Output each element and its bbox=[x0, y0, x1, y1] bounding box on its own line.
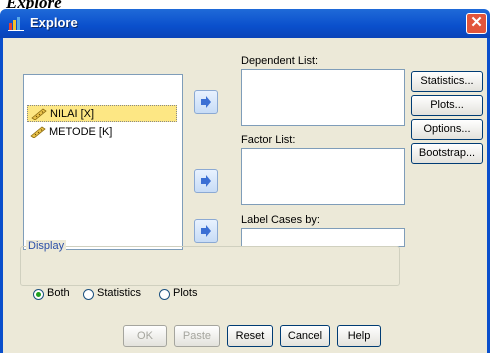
scale-ruler-icon bbox=[30, 126, 46, 138]
options-button[interactable]: Options... bbox=[411, 119, 483, 140]
factor-list-label: Factor List: bbox=[241, 134, 296, 146]
dependent-list[interactable] bbox=[241, 69, 405, 126]
paste-button[interactable]: Paste bbox=[174, 325, 220, 347]
ok-button[interactable]: OK bbox=[123, 325, 167, 347]
display-plots-radio[interactable] bbox=[159, 289, 170, 300]
variable-label: METODE [K] bbox=[49, 126, 113, 138]
display-legend: Display bbox=[26, 240, 67, 252]
title-bar: Explore ✕ bbox=[0, 9, 490, 38]
close-button[interactable]: ✕ bbox=[466, 13, 487, 34]
dependent-list-label: Dependent List: bbox=[241, 55, 319, 67]
explore-dialog: Explore ✕ NILAI [X] METODE [K] Dependent… bbox=[0, 9, 490, 353]
move-to-label-cases-button[interactable] bbox=[194, 219, 218, 243]
move-to-factor-button[interactable] bbox=[194, 169, 218, 193]
display-group bbox=[20, 246, 400, 286]
arrow-right-icon bbox=[201, 225, 211, 237]
dialog-body: NILAI [X] METODE [K] Dependent List: Fac… bbox=[0, 38, 490, 353]
reset-button[interactable]: Reset bbox=[227, 325, 273, 347]
statistics-button[interactable]: Statistics... bbox=[411, 71, 483, 92]
variable-item[interactable]: METODE [K] bbox=[27, 124, 177, 141]
arrow-right-icon bbox=[201, 175, 211, 187]
label-cases-by-label: Label Cases by: bbox=[241, 214, 320, 226]
spss-app-icon bbox=[8, 17, 24, 31]
display-both-label[interactable]: Both bbox=[47, 287, 70, 299]
display-both-radio[interactable] bbox=[33, 289, 44, 300]
factor-list[interactable] bbox=[241, 148, 405, 205]
variable-item[interactable]: NILAI [X] bbox=[27, 105, 177, 122]
move-to-dependent-button[interactable] bbox=[194, 90, 218, 114]
window-title: Explore bbox=[30, 15, 78, 30]
variable-label: NILAI [X] bbox=[50, 108, 95, 120]
display-statistics-radio[interactable] bbox=[83, 289, 94, 300]
label-cases-by-field[interactable] bbox=[241, 228, 405, 247]
plots-button[interactable]: Plots... bbox=[411, 95, 483, 116]
display-statistics-label[interactable]: Statistics bbox=[97, 287, 141, 299]
source-variable-list[interactable]: NILAI [X] METODE [K] bbox=[23, 74, 183, 250]
arrow-right-icon bbox=[201, 96, 211, 108]
bootstrap-button[interactable]: Bootstrap... bbox=[411, 143, 483, 164]
scale-ruler-icon bbox=[31, 108, 47, 120]
help-button[interactable]: Help bbox=[337, 325, 381, 347]
cancel-button[interactable]: Cancel bbox=[280, 325, 330, 347]
display-plots-label[interactable]: Plots bbox=[173, 287, 197, 299]
